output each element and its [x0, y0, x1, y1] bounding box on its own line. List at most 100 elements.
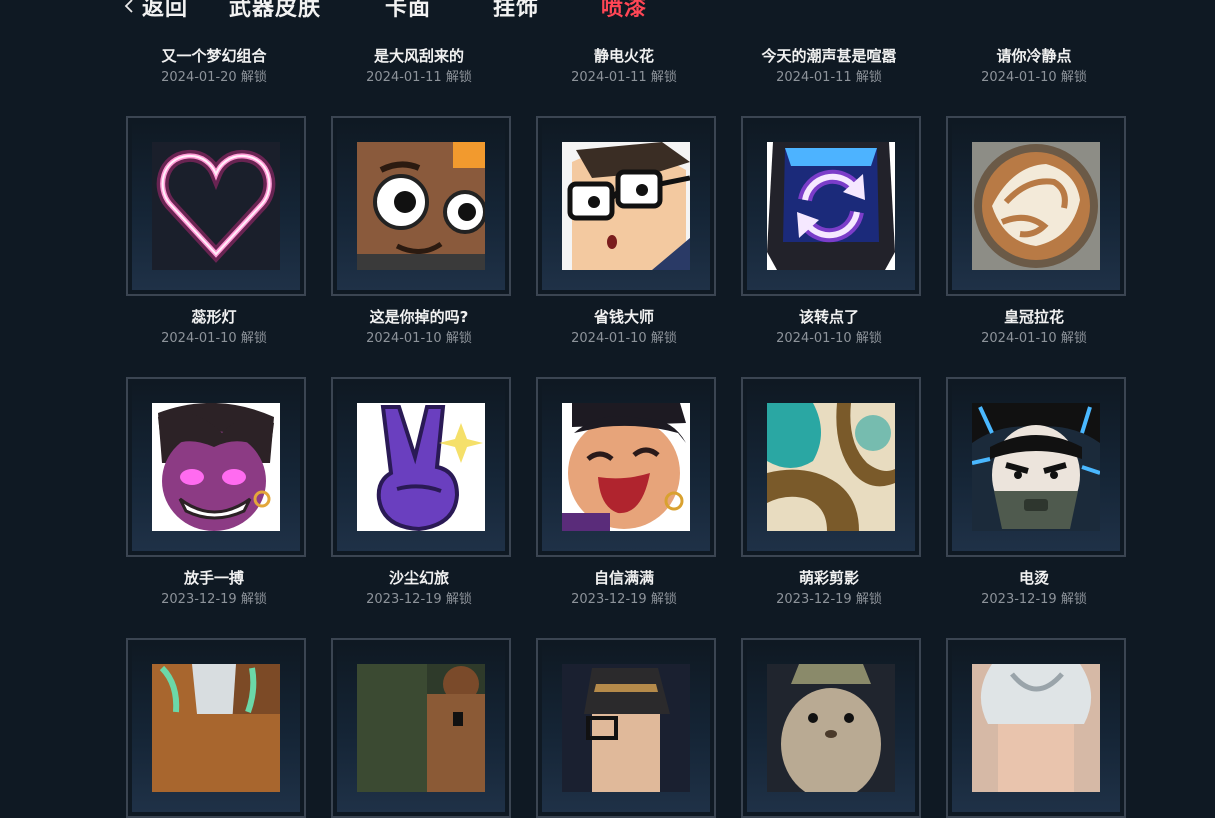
top-navigation: 返回 武器皮肤 卡面 挂饰 喷漆	[0, 0, 1215, 30]
latte-art-spray-image	[972, 142, 1100, 270]
dark-hair-glasses-spray-image	[562, 664, 690, 792]
spray-unlock-date: 2024-01-20 解锁	[124, 69, 304, 87]
spray-tile[interactable]	[536, 116, 716, 296]
unlock-suffix: 解锁	[445, 70, 472, 85]
spray-label: 静电火花 2024-01-11 解锁	[534, 46, 714, 87]
back-button[interactable]: 返回	[122, 0, 188, 22]
unlock-date-value: 2024-01-10	[981, 70, 1057, 85]
tab-charms[interactable]: 挂饰	[493, 0, 539, 22]
spray-tile[interactable]	[946, 377, 1126, 557]
chevron-left-icon	[124, 0, 133, 13]
unlock-suffix: 解锁	[240, 592, 267, 607]
unlock-date-value: 2023-12-19	[776, 592, 852, 607]
unlock-date-value: 2024-01-20	[161, 70, 237, 85]
unlock-suffix: 解锁	[650, 592, 677, 607]
spray-name: 自信满满	[593, 569, 654, 587]
spray-tile[interactable]	[331, 377, 511, 557]
spray-tile[interactable]	[741, 638, 921, 818]
spray-name: 皇冠拉花	[1003, 308, 1064, 326]
spray-unlock-date: 2024-01-10 解锁	[329, 330, 509, 348]
unlock-suffix: 解锁	[855, 592, 882, 607]
tab-sprays[interactable]: 喷漆	[601, 0, 647, 22]
glasses-face-spray-image	[562, 142, 690, 270]
spray-label: 又一个梦幻组合 2024-01-20 解锁	[124, 46, 304, 87]
spray-label: 该转点了 2024-01-10 解锁	[739, 307, 919, 348]
spray-unlock-date: 2024-01-10 解锁	[534, 330, 714, 348]
spray-unlock-date: 2023-12-19 解锁	[124, 591, 304, 609]
spray-name: 又一个梦幻组合	[161, 47, 267, 65]
unlock-suffix: 解锁	[445, 592, 472, 607]
spray-label: 沙尘幻旅 2023-12-19 解锁	[329, 568, 509, 609]
unlock-date-value: 2024-01-10	[161, 331, 237, 346]
spray-unlock-date: 2023-12-19 解锁	[329, 591, 509, 609]
unlock-suffix: 解锁	[650, 331, 677, 346]
spray-unlock-date: 2024-01-11 解锁	[329, 69, 509, 87]
unlock-suffix: 解锁	[1060, 592, 1087, 607]
spray-name: 请你冷静点	[996, 47, 1072, 65]
spray-tile[interactable]	[741, 116, 921, 296]
spray-label: 省钱大师 2024-01-10 解锁	[534, 307, 714, 348]
unlock-date-value: 2024-01-10	[776, 331, 852, 346]
teal-pattern-spray-image	[767, 403, 895, 531]
spray-unlock-date: 2024-01-10 解锁	[124, 330, 304, 348]
spray-label: 放手一搏 2023-12-19 解锁	[124, 568, 304, 609]
spray-name: 静电火花	[593, 47, 654, 65]
unlock-suffix: 解锁	[1060, 331, 1087, 346]
unlock-suffix: 解锁	[1060, 70, 1087, 85]
spray-tile[interactable]	[331, 116, 511, 296]
bear-green-spray-image	[357, 664, 485, 792]
unlock-suffix: 解锁	[240, 331, 267, 346]
spray-name: 放手一搏	[183, 569, 244, 587]
unlock-suffix: 解锁	[445, 331, 472, 346]
spray-name: 省钱大师	[593, 308, 654, 326]
unlock-date-value: 2024-01-10	[981, 331, 1057, 346]
unlock-date-value: 2024-01-11	[776, 70, 852, 85]
spray-label: 皇冠拉花 2024-01-10 解锁	[944, 307, 1124, 348]
spray-tile[interactable]	[126, 116, 306, 296]
laughing-face-spray-image	[562, 403, 690, 531]
spray-unlock-date: 2024-01-11 解锁	[739, 69, 919, 87]
spray-name: 萌彩剪影	[798, 569, 859, 587]
spray-tile[interactable]	[946, 116, 1126, 296]
spray-tile[interactable]	[536, 638, 716, 818]
back-label: 返回	[142, 0, 189, 21]
spray-label: 蕊形灯 2024-01-10 解锁	[124, 307, 304, 348]
spray-name: 今天的潮声甚是喧嚣	[761, 47, 897, 65]
spray-label: 自信满满 2023-12-19 解锁	[534, 568, 714, 609]
spray-name: 是大风刮来的	[373, 47, 464, 65]
seal-helmet-spray-image	[767, 664, 895, 792]
unlock-date-value: 2023-12-19	[161, 592, 237, 607]
spray-unlock-date: 2024-01-10 解锁	[944, 330, 1124, 348]
spray-name: 电烫	[1018, 569, 1049, 587]
tab-weapon-skins[interactable]: 武器皮肤	[229, 0, 321, 22]
spray-label: 这是你掉的吗? 2024-01-10 解锁	[329, 307, 509, 348]
unlock-suffix: 解锁	[855, 331, 882, 346]
spray-unlock-date: 2023-12-19 解锁	[739, 591, 919, 609]
spray-tile[interactable]	[946, 638, 1126, 818]
brown-face-spray-image	[357, 142, 485, 270]
spray-label: 萌彩剪影 2023-12-19 解锁	[739, 568, 919, 609]
spray-tile[interactable]	[741, 377, 921, 557]
silver-hair-spray-image	[972, 664, 1100, 792]
spray-unlock-date: 2023-12-19 解锁	[534, 591, 714, 609]
spray-tile[interactable]	[126, 377, 306, 557]
spray-label: 今天的潮声甚是喧嚣 2024-01-11 解锁	[739, 46, 919, 87]
spray-tile[interactable]	[536, 377, 716, 557]
spray-tile[interactable]	[126, 638, 306, 818]
unlock-date-value: 2023-12-19	[366, 592, 442, 607]
unlock-suffix: 解锁	[650, 70, 677, 85]
tab-cards[interactable]: 卡面	[385, 0, 431, 22]
unlock-suffix: 解锁	[240, 70, 267, 85]
spray-tile[interactable]	[331, 638, 511, 818]
peace-hand-spray-image	[357, 403, 485, 531]
spray-name: 沙尘幻旅	[388, 569, 449, 587]
purple-grin-spray-image	[152, 403, 280, 531]
spray-name: 该转点了	[798, 308, 859, 326]
spray-label: 是大风刮来的 2024-01-11 解锁	[329, 46, 509, 87]
spray-unlock-date: 2024-01-10 解锁	[739, 330, 919, 348]
neon-heart-spray-image	[152, 142, 280, 270]
unlock-date-value: 2024-01-11	[366, 70, 442, 85]
unlock-date-value: 2024-01-10	[571, 331, 647, 346]
unlock-date-value: 2024-01-11	[571, 70, 647, 85]
spray-label: 请你冷静点 2024-01-10 解锁	[944, 46, 1124, 87]
